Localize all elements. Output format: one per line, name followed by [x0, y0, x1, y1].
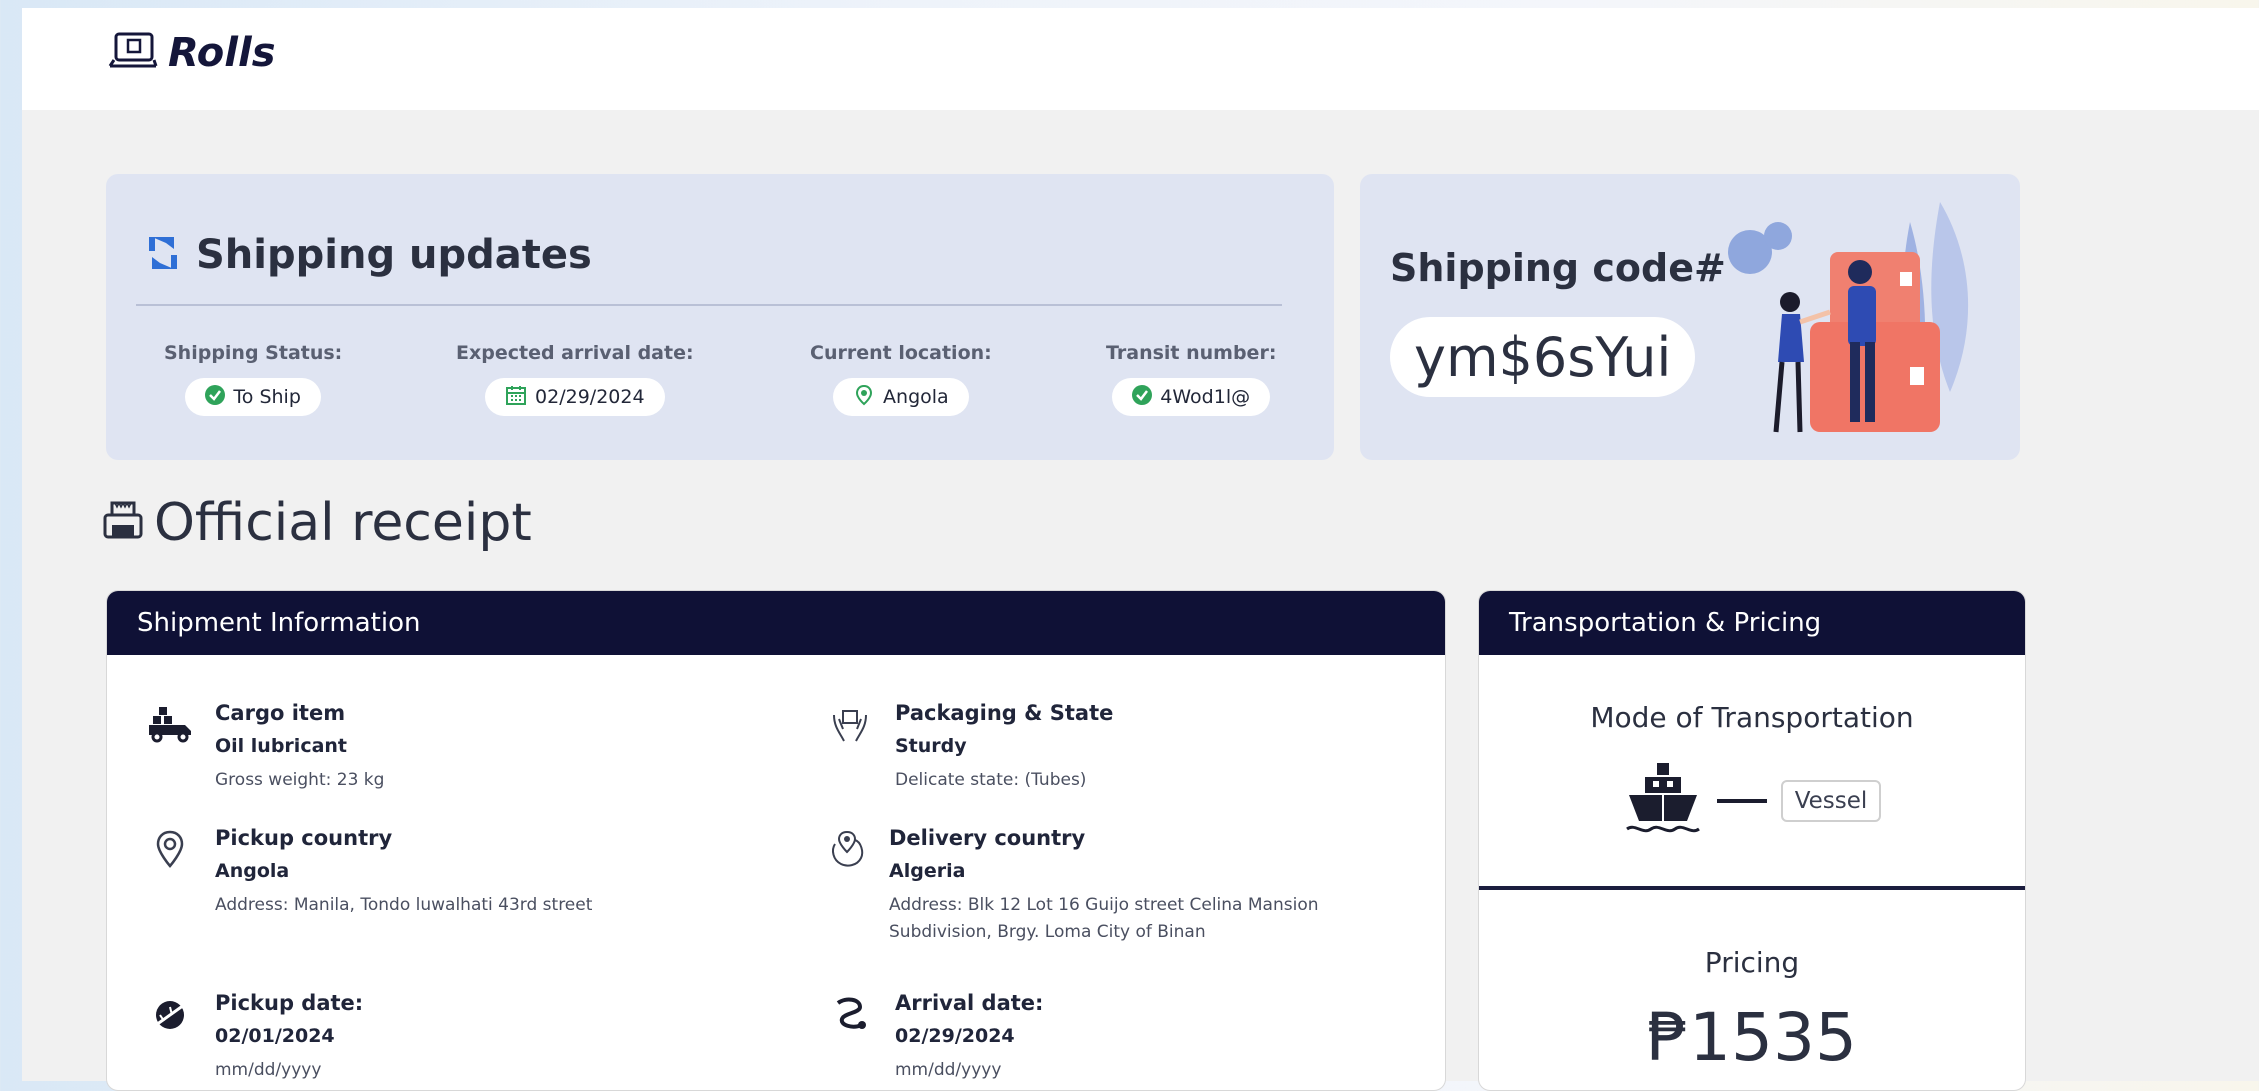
calendar-icon: [505, 384, 527, 411]
shipping-code-value[interactable]: ym$6sYui: [1390, 317, 1696, 397]
stat-label: Transit number:: [1106, 342, 1277, 364]
pricing-title: Pricing: [1704, 946, 1800, 979]
brand-name: Rolls: [168, 30, 276, 76]
top-bar: Rolls: [22, 8, 2259, 110]
item-sub: Address: Blk 12 Lot 16 Guijo street Celi…: [889, 895, 1319, 942]
delivery-illustration-icon: [1710, 192, 1990, 456]
panel-header: Transportation & Pricing: [1479, 591, 2025, 655]
shipping-code-card: Shipping code# ym$6sYui: [1360, 174, 2020, 460]
receipt-printer-icon: [102, 501, 144, 545]
stat-value: Angola: [883, 386, 949, 408]
shipping-code-title: Shipping code#: [1390, 246, 1726, 290]
check-circle-icon: [205, 384, 226, 410]
ship-icon: [1623, 761, 1703, 841]
dash-divider: [1716, 799, 1767, 803]
pickup-date-item: Pickup date: 02/01/2024 mm/dd/yyyy: [147, 991, 363, 1084]
item-value: 02/29/2024: [895, 1025, 1015, 1047]
delivery-country-item: Delivery country Algeria Address: Blk 12…: [827, 826, 1347, 946]
stat-value: 4Wod1l@: [1160, 386, 1251, 408]
item-sub: Delicate state: (Tubes): [895, 770, 1087, 790]
stat-value: To Ship: [233, 386, 301, 408]
transportation-pricing-panel: Transportation & Pricing Mode of Transpo…: [1478, 590, 2026, 1091]
item-value: Sturdy: [895, 735, 967, 757]
stat-label: Current location:: [810, 342, 992, 364]
item-sub: mm/dd/yyyy: [895, 1060, 1002, 1080]
item-value: 02/01/2024: [215, 1025, 335, 1047]
stat-label: Shipping Status:: [164, 342, 343, 364]
shipping-status: Shipping Status: To Ship: [164, 342, 342, 416]
item-sub: Gross weight: 23 kg: [215, 770, 385, 790]
transport-mode-badge: Vessel: [1780, 780, 1882, 822]
official-receipt-heading: Official receipt: [102, 493, 532, 553]
shipment-information-panel: Shipment Information Cargo item Oil lubr…: [106, 590, 1446, 1091]
shipping-updates-heading: Shipping updates: [146, 232, 592, 278]
item-label: Packaging & State: [895, 701, 1114, 725]
item-label: Arrival date:: [895, 991, 1044, 1015]
truck-cargo-icon: [147, 701, 193, 794]
refresh-icon: [146, 233, 180, 277]
transit-badge: 4Wod1l@: [1112, 378, 1271, 416]
cargo-item: Cargo item Oil lubricant Gross weight: 2…: [147, 701, 384, 794]
item-sub: mm/dd/yyyy: [215, 1060, 322, 1080]
location-icon: [853, 384, 875, 411]
divider: [136, 304, 1282, 306]
plane-globe-icon: [147, 991, 193, 1084]
laptop-box-icon: [108, 32, 158, 74]
shipping-updates-card: Shipping updates Shipping Status: To Shi…: [106, 174, 1334, 460]
mode-row: Vessel: [1479, 761, 2025, 841]
status-badge: To Ship: [185, 378, 321, 416]
item-label: Pickup date:: [215, 991, 364, 1015]
check-circle-icon: [1132, 384, 1153, 410]
map-pin-icon: [147, 826, 193, 919]
globe-pin-icon: [827, 826, 867, 946]
official-receipt-title: Official receipt: [154, 493, 532, 553]
item-label: Pickup country: [215, 826, 393, 850]
transit-number: Transit number: 4Wod1l@: [1106, 342, 1276, 416]
brand[interactable]: Rolls: [108, 30, 276, 76]
location-badge: Angola: [833, 378, 969, 416]
arrival-date-item: Arrival date: 02/29/2024 mm/dd/yyyy: [827, 991, 1043, 1084]
item-value: Angola: [215, 860, 290, 882]
hands-box-icon: [827, 701, 873, 794]
pricing-value: ₱1535: [1647, 999, 1857, 1076]
shipping-updates-title: Shipping updates: [196, 232, 592, 278]
item-value: Algeria: [889, 860, 966, 882]
expected-arrival: Expected arrival date: 02/29/2024: [456, 342, 694, 416]
packaging-item: Packaging & State Sturdy Delicate state:…: [827, 701, 1113, 794]
section-divider: [1479, 886, 2025, 890]
item-label: Delivery country: [889, 826, 1086, 850]
item-value: Oil lubricant: [215, 735, 348, 757]
item-label: Cargo item: [215, 701, 346, 725]
stat-value: 02/29/2024: [535, 386, 645, 408]
page: Rolls Shipping updates Shipping Status:: [22, 8, 2259, 1091]
panel-header: Shipment Information: [107, 591, 1445, 655]
current-location: Current location: Angola: [810, 342, 992, 416]
route-pin-icon: [827, 991, 873, 1084]
item-sub: Address: Manila, Tondo luwalhati 43rd st…: [215, 895, 593, 915]
date-badge: 02/29/2024: [485, 378, 665, 416]
pickup-country-item: Pickup country Angola Address: Manila, T…: [147, 826, 592, 919]
stat-label: Expected arrival date:: [456, 342, 694, 364]
mode-of-transportation-title: Mode of Transportation: [1590, 701, 1914, 734]
